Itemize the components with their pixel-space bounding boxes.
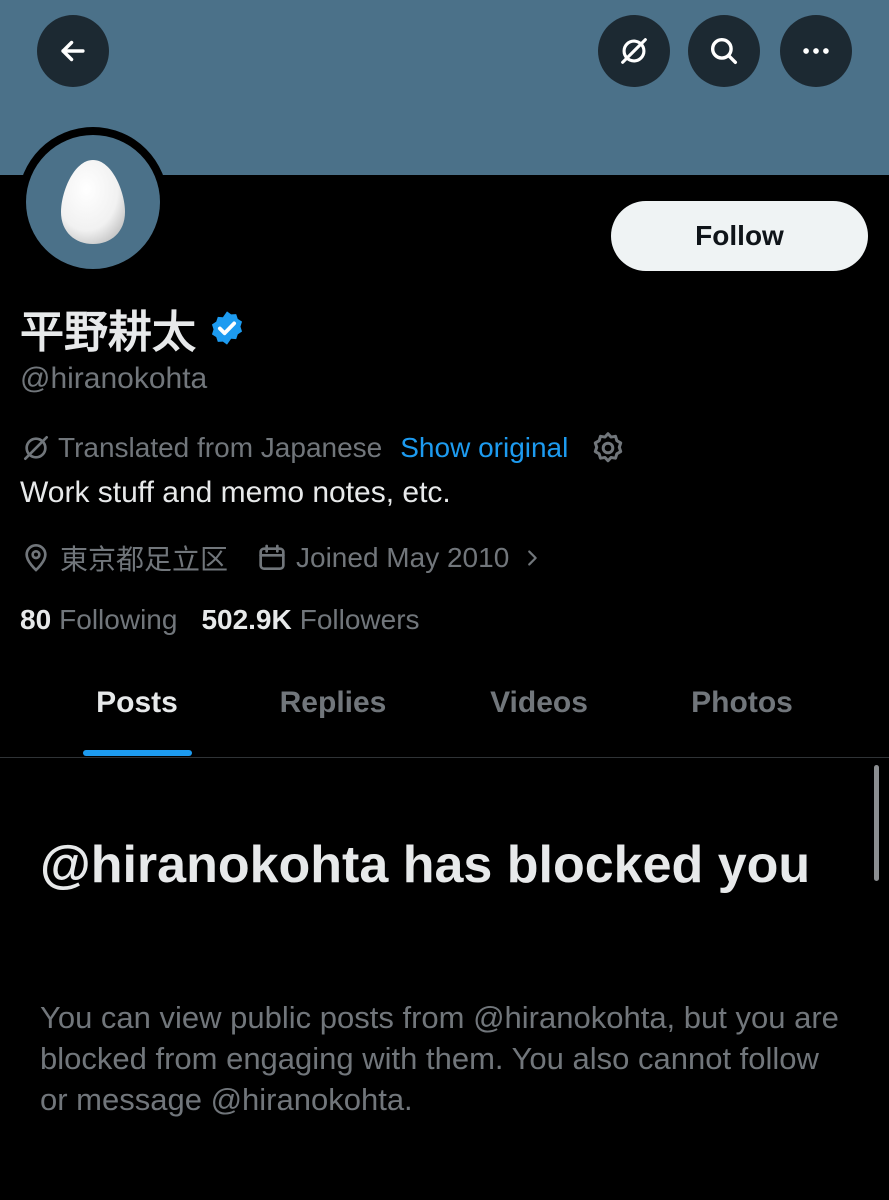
follow-button[interactable]: Follow — [611, 201, 868, 271]
tabs-divider — [0, 757, 889, 758]
tab-posts[interactable]: Posts — [96, 686, 178, 720]
profile-bio: Work stuff and memo notes, etc. — [20, 476, 451, 509]
profile-name-row: 平野耕太 — [20, 296, 246, 360]
blocked-description: You can view public posts from @hiranoko… — [40, 1000, 839, 1117]
back-arrow-icon — [61, 40, 85, 62]
display-name: 平野耕太 — [20, 308, 196, 357]
verified-badge-icon[interactable] — [208, 309, 246, 347]
translation-note: Translated from Japanese — [58, 432, 383, 463]
following-stat[interactable]: 80 Following — [20, 604, 177, 636]
search-icon — [710, 37, 738, 65]
default-egg-icon — [61, 160, 125, 244]
profile-meta: 東京都足立区 Joined May 2010 — [20, 538, 543, 578]
translate-icon — [24, 436, 48, 460]
back-button[interactable] — [37, 15, 109, 87]
joined-date[interactable]: Joined May 2010 — [256, 542, 543, 574]
more-button[interactable] — [780, 15, 852, 87]
gear-icon[interactable] — [590, 430, 626, 466]
blocked-title: @hiranokohta has blocked you — [40, 836, 811, 894]
following-count: 80 — [20, 604, 52, 635]
location-text: 東京都足立区 — [60, 544, 229, 575]
follow-stats: 80 Following 502.9K Followers — [20, 604, 420, 636]
grok-icon — [621, 38, 647, 64]
location: 東京都足立区 — [20, 538, 228, 578]
followers-stat[interactable]: 502.9K Followers — [201, 604, 419, 636]
calendar-icon — [259, 544, 285, 570]
avatar-image — [26, 135, 160, 269]
followers-count: 502.9K — [201, 604, 292, 635]
location-pin-icon — [25, 544, 47, 572]
scrollbar[interactable] — [874, 765, 879, 881]
more-icon — [803, 48, 829, 54]
joined-text: Joined May 2010 — [296, 542, 510, 573]
chevron-right-icon — [528, 550, 538, 566]
tab-replies[interactable]: Replies — [280, 686, 387, 720]
search-button[interactable] — [688, 15, 760, 87]
avatar[interactable] — [18, 127, 168, 277]
tab-videos[interactable]: Videos — [490, 686, 588, 720]
followers-label: Followers — [299, 604, 420, 635]
show-original-link[interactable]: Show original — [400, 432, 568, 464]
grok-button[interactable] — [598, 15, 670, 87]
profile-handle: @hiranokohta — [20, 362, 208, 395]
tab-photos[interactable]: Photos — [691, 686, 793, 720]
active-tab-indicator — [83, 750, 192, 756]
translation-row: Translated from Japanese Show original — [20, 430, 626, 466]
following-label: Following — [59, 604, 178, 635]
